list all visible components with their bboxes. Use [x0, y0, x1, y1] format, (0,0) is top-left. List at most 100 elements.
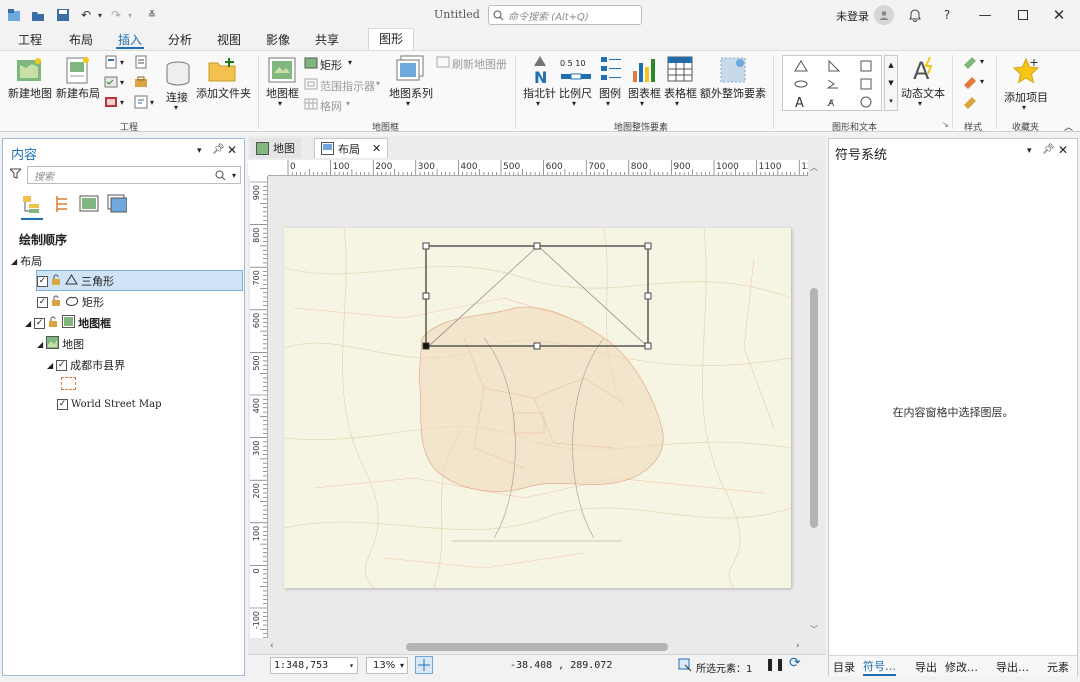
list-by-selection-icon[interactable]: [79, 194, 99, 217]
tab-analysis[interactable]: 分析: [166, 31, 194, 49]
help-icon[interactable]: ?: [934, 4, 960, 26]
tab-catalog[interactable]: 目录: [833, 659, 855, 675]
chevron-down-icon[interactable]: ▾: [349, 658, 354, 673]
tab-imagery[interactable]: 影像: [264, 31, 292, 49]
gallery-icon[interactable]: [104, 95, 118, 112]
rectangle-button[interactable]: 矩形: [320, 57, 342, 73]
chevron-down-icon[interactable]: ▾: [120, 98, 124, 107]
lock-icon[interactable]: [51, 295, 62, 309]
tab-map-view[interactable]: 地图: [250, 138, 301, 158]
horizontal-scrollbar-thumb[interactable]: [406, 643, 668, 651]
open-project-icon[interactable]: [30, 7, 46, 23]
list-by-source-icon[interactable]: [53, 194, 73, 217]
tab-symbology[interactable]: 符号…: [863, 658, 896, 676]
pane-menu-icon[interactable]: ▾: [197, 146, 202, 156]
close-window-button[interactable]: ✕: [1046, 4, 1072, 26]
save-icon[interactable]: [55, 7, 71, 23]
scroll-down-icon[interactable]: ﹀: [810, 624, 818, 635]
grid-button[interactable]: 格网: [320, 98, 342, 114]
visibility-checkbox[interactable]: ✓: [57, 399, 68, 410]
lock-icon[interactable]: [51, 274, 62, 288]
add-item-dropdown-icon[interactable]: ▾: [1022, 103, 1026, 112]
new-notebook-icon[interactable]: [134, 55, 148, 72]
command-search-input[interactable]: 命令搜索 (Alt+Q): [488, 5, 642, 25]
expand-icon[interactable]: ◢: [11, 257, 17, 266]
collapse-ribbon-icon[interactable]: ︿: [1064, 120, 1073, 133]
list-by-drawing-order-icon[interactable]: [21, 194, 43, 220]
tab-export[interactable]: 导出: [915, 659, 937, 675]
scroll-right-icon[interactable]: ›: [796, 641, 800, 651]
pin-icon[interactable]: 📌︎: [212, 144, 225, 155]
scale-select[interactable]: 1:348,753 ▾: [270, 657, 358, 674]
login-status[interactable]: 未登录: [836, 8, 869, 24]
new-report-icon[interactable]: [104, 55, 118, 72]
tab-layout-view[interactable]: 布局 ✕: [314, 138, 389, 158]
undo-dropdown-icon[interactable]: ▾: [92, 7, 108, 23]
map-series-dropdown-icon[interactable]: ▾: [406, 99, 410, 108]
close-tab-icon[interactable]: ✕: [372, 142, 381, 155]
visibility-checkbox[interactable]: ✓: [37, 275, 48, 287]
north-arrow-dropdown-icon[interactable]: ▾: [536, 99, 540, 108]
dynamic-text-button[interactable]: 动态文本: [901, 85, 945, 101]
tree-node-map-frame[interactable]: ◢ ✓ 地图框: [25, 315, 111, 331]
notification-bell-icon[interactable]: [902, 4, 928, 26]
style-icon-2[interactable]: [962, 75, 978, 92]
expand-icon[interactable]: ◢: [47, 361, 53, 370]
table-frame-dropdown-icon[interactable]: ▾: [675, 99, 679, 108]
dialog-launcher-icon[interactable]: ↘: [942, 120, 949, 129]
avatar-icon[interactable]: [874, 5, 894, 25]
chevron-down-icon[interactable]: ▾: [150, 98, 154, 107]
scale-bar-dropdown-icon[interactable]: ▾: [572, 99, 576, 108]
tree-node-map[interactable]: ◢ 地图: [37, 336, 84, 352]
tab-export-more[interactable]: 导出…: [996, 659, 1029, 675]
map-series-button[interactable]: 地图系列: [389, 85, 433, 101]
minimize-button[interactable]: —: [972, 4, 998, 26]
visibility-checkbox[interactable]: ✓: [56, 359, 68, 371]
new-map-button[interactable]: 新建地图: [8, 85, 52, 101]
pane-menu-icon[interactable]: ▾: [1027, 146, 1032, 156]
task-icon[interactable]: [104, 75, 118, 92]
chart-frame-button[interactable]: 图表框: [628, 85, 661, 101]
list-by-editing-icon[interactable]: [107, 194, 128, 217]
tree-node-rectangle[interactable]: ✓ 矩形: [37, 294, 104, 310]
visibility-checkbox[interactable]: ✓: [37, 296, 48, 308]
chart-frame-dropdown-icon[interactable]: ▾: [640, 99, 644, 108]
scroll-up-icon[interactable]: ︿: [810, 162, 818, 173]
chevron-down-icon[interactable]: ▾: [120, 78, 124, 87]
map-frame-dropdown-icon[interactable]: ▾: [278, 99, 282, 108]
lock-icon[interactable]: [48, 316, 59, 330]
tab-layout[interactable]: 布局: [67, 31, 95, 49]
customize-toolbar-icon[interactable]: ≚: [144, 7, 160, 23]
rectangle-dropdown-icon[interactable]: ▾: [348, 58, 352, 67]
expand-icon[interactable]: ◢: [25, 319, 31, 328]
style-icon-1[interactable]: [962, 55, 978, 72]
vertical-scrollbar-thumb[interactable]: [810, 288, 818, 528]
add-folder-button[interactable]: 添加文件夹: [196, 85, 251, 101]
contents-search-input[interactable]: 搜索 ▾: [27, 166, 241, 184]
pin-icon[interactable]: 📌︎: [1042, 144, 1055, 155]
tab-modify[interactable]: 修改…: [945, 659, 978, 675]
map-frame-button[interactable]: 地图框: [266, 85, 299, 101]
table-frame-button[interactable]: 表格框: [664, 85, 697, 101]
tree-node-basemap[interactable]: ✓ World Street Map: [57, 399, 161, 410]
extent-indicator-button[interactable]: 范围指示器: [320, 78, 375, 94]
close-pane-icon[interactable]: ✕: [227, 143, 237, 157]
chevron-down-icon[interactable]: ▾: [400, 658, 404, 673]
dynamic-text-dropdown-icon[interactable]: ▾: [918, 99, 922, 108]
tab-project[interactable]: 工程: [16, 31, 44, 49]
maximize-button[interactable]: [1010, 4, 1036, 26]
visibility-checkbox[interactable]: ✓: [34, 317, 46, 329]
tab-share[interactable]: 共享: [313, 31, 341, 49]
tab-insert[interactable]: 插入: [116, 31, 145, 49]
scroll-left-icon[interactable]: ‹: [270, 641, 274, 651]
style-icon-3[interactable]: [962, 95, 978, 112]
tab-element[interactable]: 元素: [1047, 659, 1069, 675]
tab-graphic[interactable]: 图形: [368, 28, 415, 50]
pause-drawing-icon[interactable]: ❚❚: [765, 657, 785, 671]
layer-symbol-swatch[interactable]: [61, 377, 76, 390]
filter-icon[interactable]: [8, 168, 23, 182]
connect-dropdown-icon[interactable]: ▾: [174, 103, 178, 112]
extent-indicator-dropdown-icon[interactable]: ▾: [376, 79, 380, 88]
zoom-select[interactable]: 13% ▾: [366, 657, 408, 674]
graphics-gallery[interactable]: A A̸: [782, 55, 882, 111]
